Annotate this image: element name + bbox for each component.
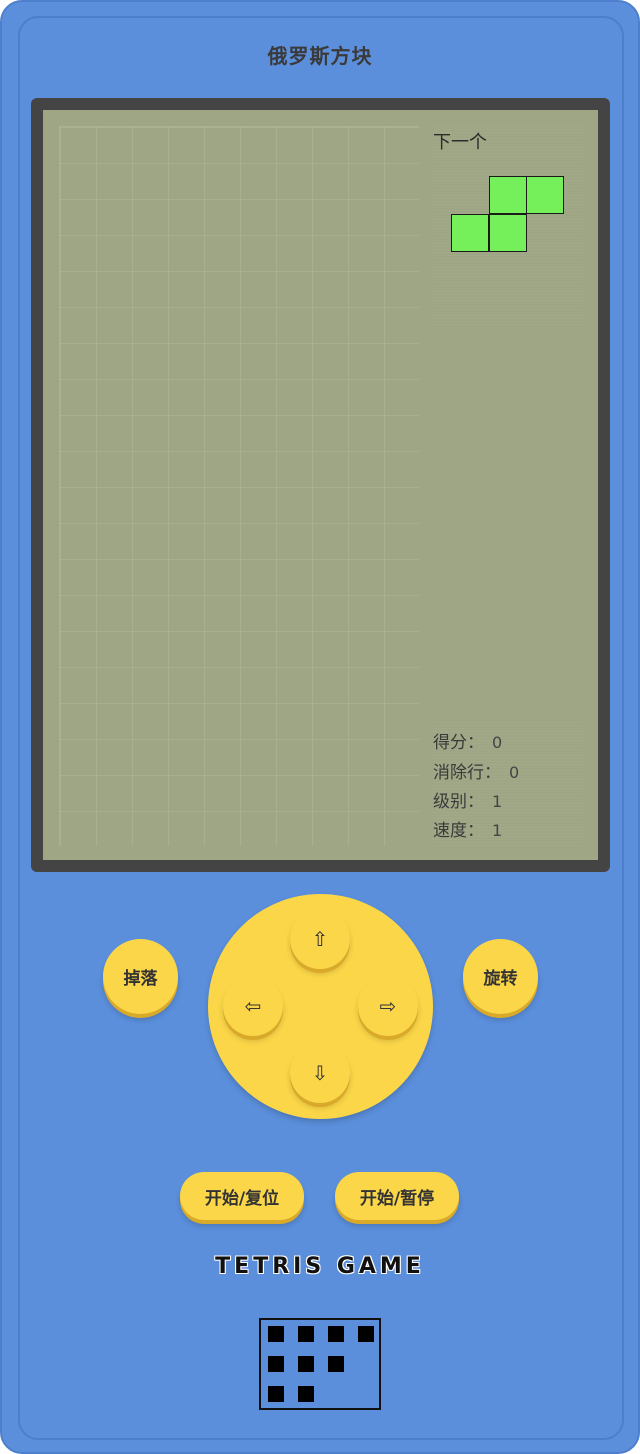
- lines-label: 消除行：: [433, 763, 501, 783]
- logo-square: [268, 1326, 284, 1342]
- brand-text: TETRIS GAME: [215, 1254, 425, 1279]
- playfield-grid: [59, 126, 419, 846]
- screen-frame: 下一个 得分： 0 消除行： 0 级别： 1 速度： 1: [31, 98, 610, 872]
- next-piece-cell: [488, 213, 527, 252]
- next-piece-label: 下一个: [433, 132, 487, 153]
- logo-square: [328, 1356, 344, 1372]
- speed-label: 速度：: [433, 821, 484, 841]
- tetris-logo-icon: [259, 1318, 381, 1410]
- rotate-button[interactable]: 旋转: [463, 939, 538, 1014]
- score-value: 0: [492, 733, 503, 752]
- right-arrow-icon: ⇨: [379, 994, 397, 1018]
- score-label: 得分：: [433, 733, 484, 753]
- next-piece-panel: 下一个: [433, 126, 583, 326]
- down-arrow-button[interactable]: ⇩: [290, 1043, 350, 1103]
- stats-panel: 得分： 0 消除行： 0 级别： 1 速度： 1: [433, 722, 583, 847]
- logo-square: [298, 1356, 314, 1372]
- lines-stat: 消除行： 0: [433, 758, 519, 783]
- game-title: 俄罗斯方块: [267, 44, 373, 68]
- speed-stat: 速度： 1: [433, 816, 502, 841]
- direction-pad: ⇧ ⇦ ⇨ ⇩: [208, 894, 433, 1119]
- level-stat: 级别： 1: [433, 787, 502, 812]
- up-arrow-icon: ⇧: [311, 927, 329, 951]
- logo-square: [328, 1326, 344, 1342]
- score-stat: 得分： 0: [433, 728, 502, 753]
- speed-value: 1: [492, 821, 503, 840]
- logo-square: [298, 1326, 314, 1342]
- logo-square: [358, 1326, 374, 1342]
- lines-value: 0: [509, 763, 520, 782]
- start-pause-button[interactable]: 开始/暂停: [335, 1172, 459, 1220]
- down-arrow-icon: ⇩: [311, 1061, 329, 1085]
- drop-button[interactable]: 掉落: [103, 939, 178, 1014]
- next-piece-cell: [488, 176, 527, 214]
- level-label: 级别：: [433, 792, 484, 812]
- next-piece-preview: [451, 176, 571, 256]
- start-reset-button[interactable]: 开始/复位: [180, 1172, 304, 1220]
- game-screen: 下一个 得分： 0 消除行： 0 级别： 1 速度： 1: [43, 110, 598, 860]
- up-arrow-button[interactable]: ⇧: [290, 909, 350, 969]
- right-arrow-button[interactable]: ⇨: [358, 976, 418, 1036]
- left-arrow-icon: ⇦: [244, 994, 262, 1018]
- logo-square: [268, 1386, 284, 1402]
- left-arrow-button[interactable]: ⇦: [223, 976, 283, 1036]
- level-value: 1: [492, 792, 503, 811]
- logo-square: [298, 1386, 314, 1402]
- next-piece-cell: [526, 176, 564, 214]
- next-piece-cell: [451, 213, 489, 252]
- logo-square: [268, 1356, 284, 1372]
